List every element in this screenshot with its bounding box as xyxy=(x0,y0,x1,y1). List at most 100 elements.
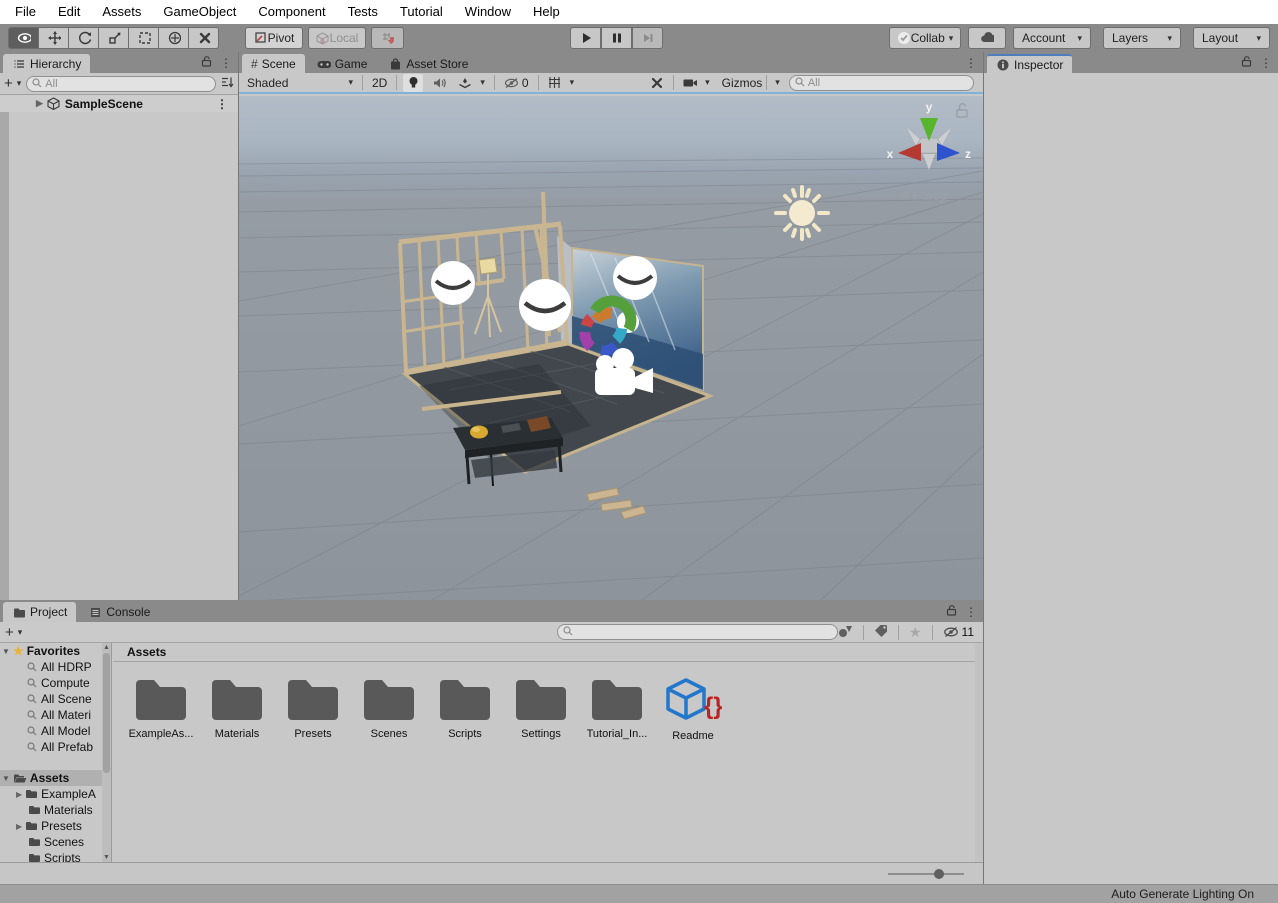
scene-viewport-canvas[interactable]: y x z Persp xyxy=(239,96,983,600)
gizmos-dropdown[interactable]: Gizmos ▾ xyxy=(719,74,783,92)
project-search-input[interactable] xyxy=(576,626,832,638)
expand-arrow-icon[interactable]: ▶ xyxy=(16,790,22,799)
grid-visibility-dropdown[interactable]: ▾ xyxy=(545,74,578,92)
slider-knob[interactable] xyxy=(934,869,944,879)
shading-mode-dropdown[interactable]: Shaded ▾ xyxy=(244,74,356,92)
tree-item-scenes[interactable]: Scenes xyxy=(0,834,111,850)
collapse-arrow-icon[interactable]: ▼ xyxy=(2,774,10,783)
favorite-item-compute[interactable]: Compute xyxy=(0,675,111,691)
tree-item-exampleassets[interactable]: ▶ ExampleA xyxy=(0,786,111,802)
thumbnail-zoom-slider[interactable] xyxy=(888,873,964,875)
sort-icon[interactable] xyxy=(221,76,234,91)
tree-item-presets[interactable]: ▶ Presets xyxy=(0,818,111,834)
menu-file[interactable]: File xyxy=(4,0,47,24)
lock-icon[interactable] xyxy=(201,55,212,70)
panel-menu-icon[interactable]: ⋮ xyxy=(220,57,232,69)
tree-item-materials[interactable]: Materials xyxy=(0,802,111,818)
hidden-objects-control[interactable]: 0 xyxy=(501,74,532,92)
panel-menu-icon[interactable]: ⋮ xyxy=(965,606,977,618)
2d-toggle-button[interactable]: 2D xyxy=(369,74,390,92)
expand-arrow-icon[interactable]: ▶ xyxy=(16,822,22,831)
pivot-toggle-button[interactable]: Pivot xyxy=(245,27,303,49)
favorite-item-all-models[interactable]: All Model xyxy=(0,723,111,739)
lock-icon[interactable] xyxy=(946,604,957,619)
panel-menu-icon[interactable]: ⋮ xyxy=(965,57,977,69)
view-tool-button[interactable] xyxy=(8,27,39,49)
menu-tutorial[interactable]: Tutorial xyxy=(389,0,454,24)
favorites-star-icon[interactable]: ★ xyxy=(909,624,922,641)
move-tool-button[interactable] xyxy=(38,27,69,49)
step-button[interactable] xyxy=(632,27,663,49)
asset-item-settings[interactable]: Settings xyxy=(503,676,579,742)
hierarchy-search[interactable] xyxy=(26,76,216,92)
cloud-button[interactable] xyxy=(968,27,1006,49)
menu-help[interactable]: Help xyxy=(522,0,571,24)
local-toggle-button[interactable]: Local xyxy=(308,27,366,49)
rect-tool-button[interactable] xyxy=(128,27,159,49)
tab-project[interactable]: Project xyxy=(3,602,76,622)
rotate-tool-button[interactable] xyxy=(68,27,99,49)
asset-item-materials[interactable]: Materials xyxy=(199,676,275,742)
lock-icon[interactable] xyxy=(1241,55,1252,70)
menu-edit[interactable]: Edit xyxy=(47,0,91,24)
create-plus-button[interactable]: + xyxy=(4,75,13,92)
menu-tests[interactable]: Tests xyxy=(337,0,389,24)
menu-assets[interactable]: Assets xyxy=(91,0,152,24)
scene-viewport[interactable]: y x z Persp xyxy=(239,96,983,600)
tab-hierarchy[interactable]: Hierarchy xyxy=(3,54,90,73)
layers-dropdown[interactable]: Layers ▾ xyxy=(1103,27,1181,49)
tab-console[interactable]: Console xyxy=(79,602,159,622)
panel-menu-icon[interactable]: ⋮ xyxy=(1260,57,1272,69)
tab-inspector[interactable]: Inspector xyxy=(987,54,1072,73)
account-dropdown[interactable]: Account ▾ xyxy=(1013,27,1091,49)
camera-settings-dropdown[interactable]: ▾ xyxy=(680,74,713,92)
asset-item-scripts[interactable]: Scripts xyxy=(427,676,503,742)
scrollbar-thumb[interactable] xyxy=(103,653,110,773)
create-plus-button[interactable]: + xyxy=(5,624,14,641)
favorite-item-all-hdrp[interactable]: All HDRP xyxy=(0,659,111,675)
light-gizmo-3[interactable] xyxy=(613,256,657,300)
scene-lighting-toggle[interactable] xyxy=(403,74,423,92)
search-by-type-icon[interactable] xyxy=(838,624,853,641)
assets-root-row[interactable]: ▼ Assets xyxy=(0,770,111,786)
pause-button[interactable] xyxy=(601,27,632,49)
hidden-count-control[interactable]: 11 xyxy=(943,625,974,639)
custom-tool-button[interactable] xyxy=(188,27,219,49)
menu-component[interactable]: Component xyxy=(247,0,336,24)
favorite-item-all-materials[interactable]: All Materi xyxy=(0,707,111,723)
play-button[interactable] xyxy=(570,27,601,49)
asset-item-readme[interactable]: {} Readme xyxy=(655,676,731,742)
asset-breadcrumb[interactable]: Assets xyxy=(113,643,983,662)
scale-tool-button[interactable] xyxy=(98,27,129,49)
scene-menu-icon[interactable]: ⋮ xyxy=(216,98,228,110)
chevron-down-icon[interactable]: ▾ xyxy=(18,627,23,638)
grid-scrollbar[interactable] xyxy=(975,643,983,862)
scroll-down-icon[interactable]: ▼ xyxy=(102,854,111,861)
asset-item-presets[interactable]: Presets xyxy=(275,676,351,742)
asset-item-scenes[interactable]: Scenes xyxy=(351,676,427,742)
scene-search-input[interactable] xyxy=(808,77,968,89)
collab-dropdown[interactable]: Collab ▾ xyxy=(889,27,961,49)
tree-item-scripts[interactable]: Scripts xyxy=(0,850,111,862)
scene-audio-toggle[interactable] xyxy=(429,74,449,92)
menu-window[interactable]: Window xyxy=(454,0,522,24)
tab-scene[interactable]: # Scene xyxy=(242,54,305,73)
asset-item-exampleassets[interactable]: ExampleAs... xyxy=(123,676,199,742)
tree-scrollbar[interactable]: ▲ ▼ xyxy=(102,643,111,862)
grid-snap-button[interactable] xyxy=(371,27,404,49)
transform-tool-button[interactable] xyxy=(158,27,189,49)
scroll-up-icon[interactable]: ▲ xyxy=(102,644,111,651)
favorites-header[interactable]: ▼ ★ Favorites xyxy=(0,643,111,659)
tab-asset-store[interactable]: Asset Store xyxy=(379,54,477,73)
project-search[interactable] xyxy=(557,624,838,640)
chevron-down-icon[interactable]: ▾ xyxy=(17,78,22,89)
scene-search[interactable] xyxy=(789,75,974,91)
scene-root-row[interactable]: ▶ SampleScene ⋮ xyxy=(0,95,238,112)
light-gizmo-1[interactable] xyxy=(431,261,475,305)
expand-arrow-icon[interactable]: ▶ xyxy=(36,98,43,109)
tab-game[interactable]: Game xyxy=(308,54,377,73)
layout-dropdown[interactable]: Layout ▾ xyxy=(1193,27,1270,49)
favorite-item-all-prefabs[interactable]: All Prefab xyxy=(0,739,111,755)
asset-item-tutorial-info[interactable]: Tutorial_In... xyxy=(579,676,655,742)
light-gizmo-2[interactable] xyxy=(519,279,571,331)
